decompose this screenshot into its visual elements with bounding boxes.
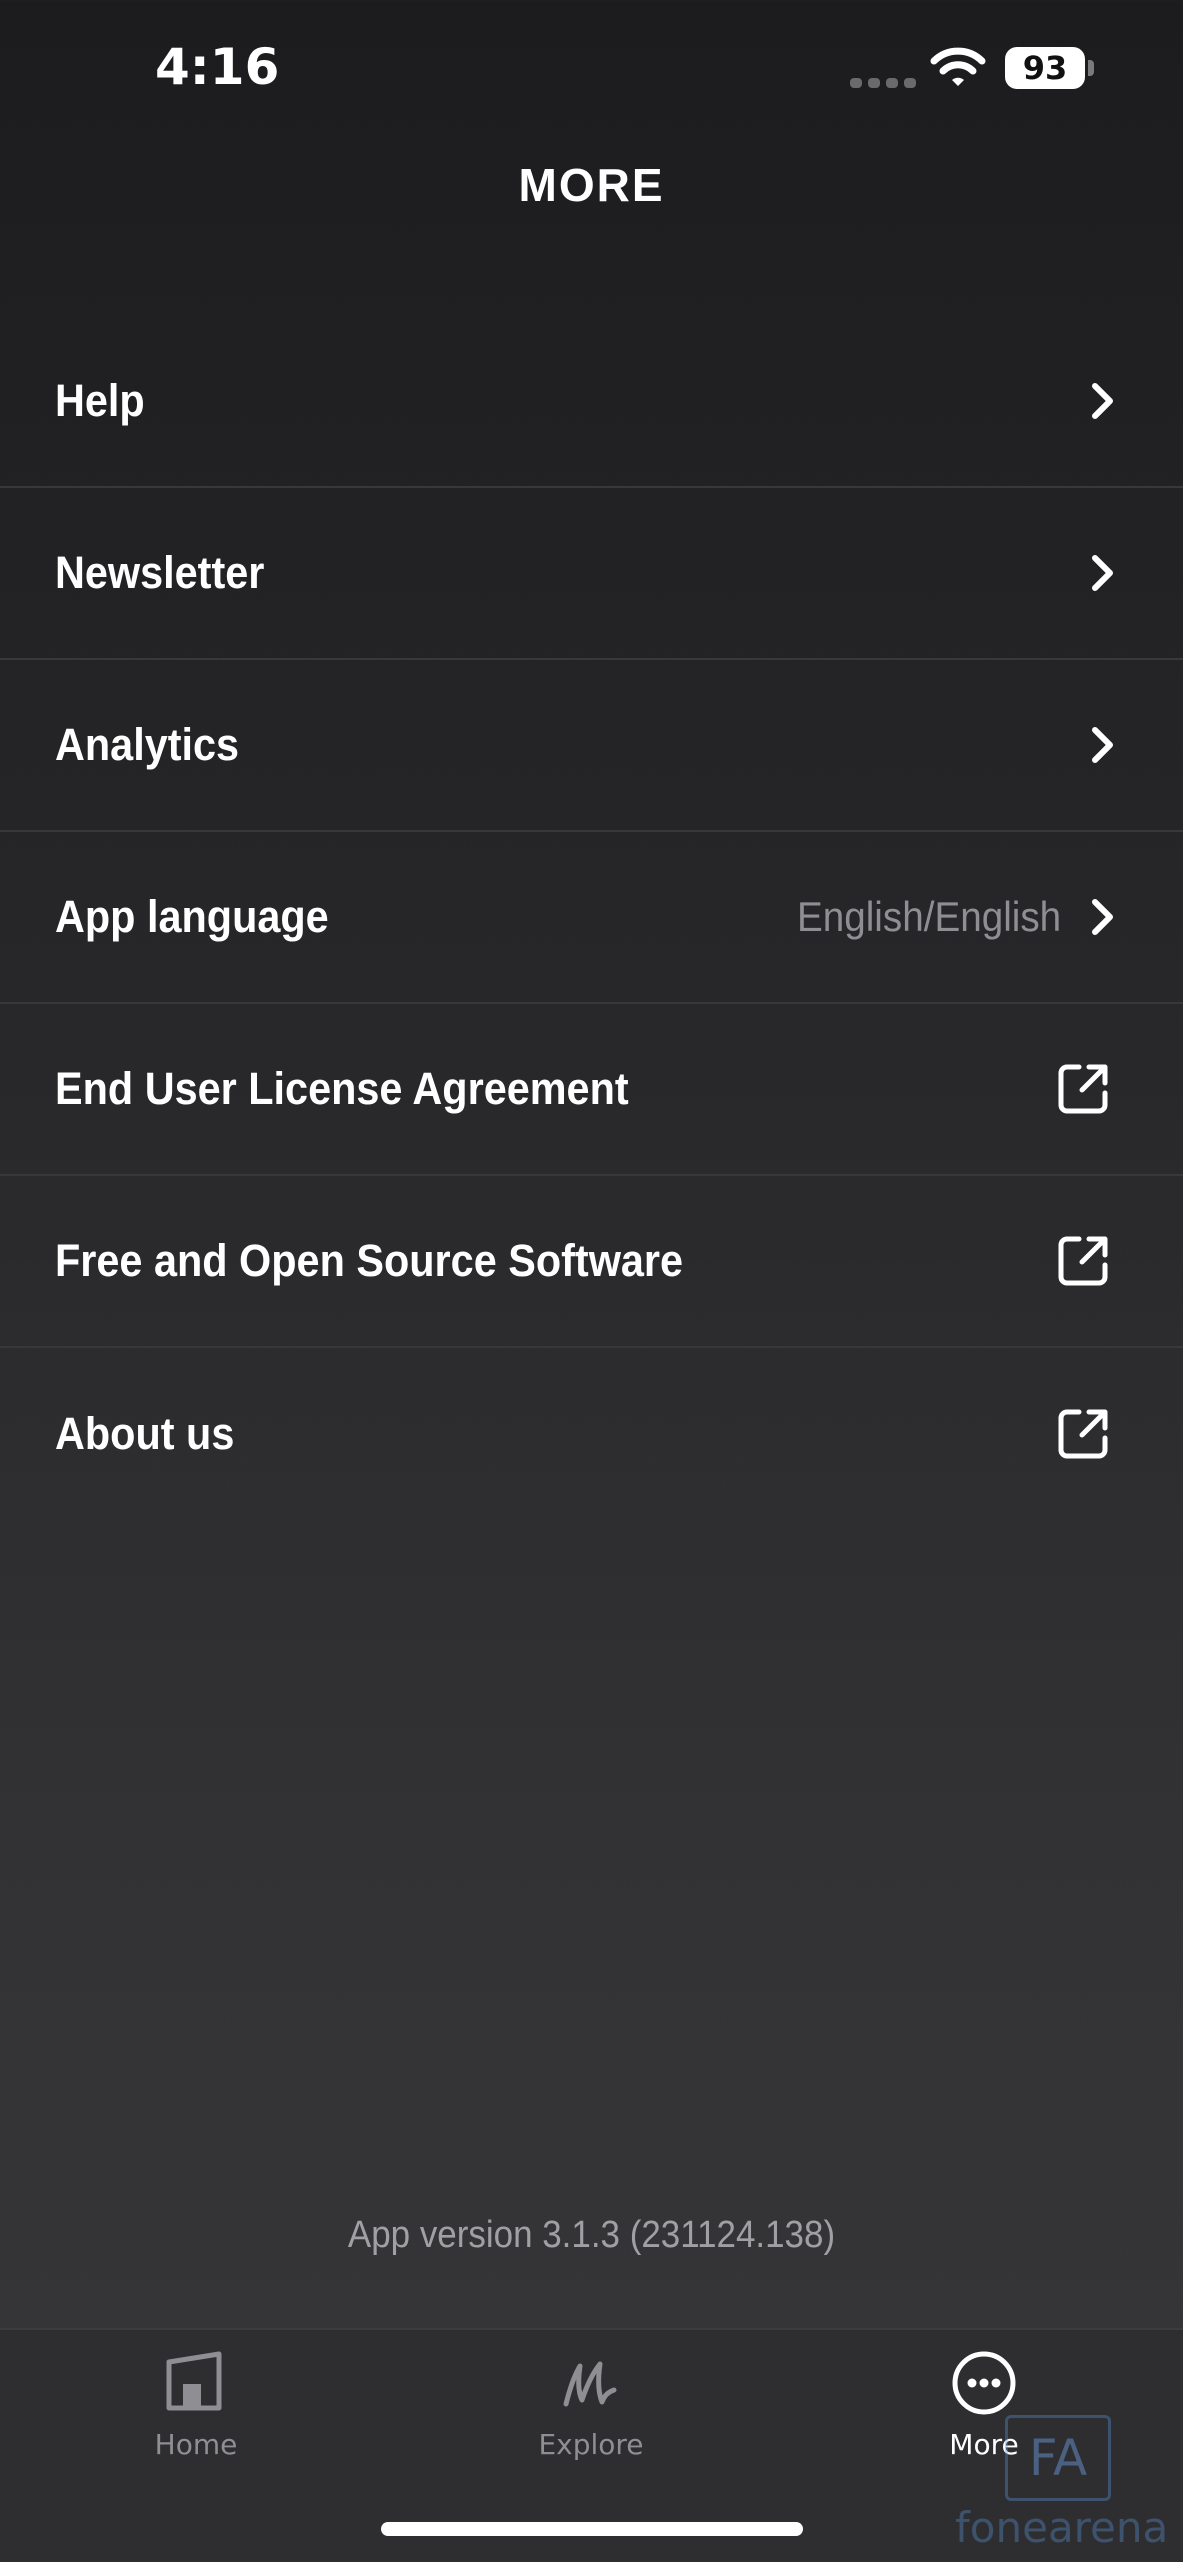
menu-list: Help Newsletter Analytics App language E… bbox=[0, 316, 1183, 1520]
tab-label: Explore bbox=[538, 2428, 644, 2461]
external-link-icon bbox=[1058, 1409, 1108, 1459]
chevron-right-icon bbox=[1092, 555, 1113, 591]
battery-level: 93 bbox=[1022, 49, 1068, 87]
status-time: 4:16 bbox=[155, 38, 280, 96]
tab-label: Home bbox=[154, 2428, 238, 2461]
more-icon bbox=[952, 2351, 1016, 2415]
chevron-right-icon bbox=[1092, 899, 1113, 935]
page-title: MORE bbox=[518, 159, 665, 211]
menu-item-label: Free and Open Source Software bbox=[55, 1235, 684, 1286]
menu-item-label: App language bbox=[55, 891, 329, 942]
menu-item-newsletter[interactable]: Newsletter bbox=[0, 488, 1183, 660]
external-link-icon bbox=[1058, 1236, 1108, 1286]
app-version: App version 3.1.3 (231124.138) bbox=[347, 2214, 836, 2256]
home-indicator bbox=[381, 2522, 803, 2536]
status-bar: 4:16 93 bbox=[0, 0, 1183, 140]
chevron-right-icon bbox=[1092, 383, 1113, 419]
wifi-icon bbox=[930, 47, 986, 86]
battery-icon: 93 bbox=[1005, 47, 1085, 89]
battery-cap bbox=[1088, 60, 1094, 76]
menu-item-label: End User License Agreement bbox=[55, 1063, 629, 1114]
cellular-signal-icon bbox=[850, 78, 916, 88]
tab-home[interactable]: Home bbox=[96, 2348, 296, 2498]
menu-item-foss[interactable]: Free and Open Source Software bbox=[0, 1176, 1183, 1348]
watermark-logo: FA bbox=[1005, 2415, 1111, 2501]
chevron-right-icon bbox=[1092, 727, 1113, 763]
marshall-m-icon bbox=[563, 2361, 617, 2407]
menu-item-label: Analytics bbox=[55, 719, 240, 770]
menu-item-app-language[interactable]: App language English/English bbox=[0, 832, 1183, 1004]
tab-explore[interactable]: Explore bbox=[491, 2348, 691, 2498]
menu-item-help[interactable]: Help bbox=[0, 316, 1183, 488]
menu-item-label: Help bbox=[55, 375, 145, 426]
app-language-value: English/English bbox=[796, 893, 1061, 940]
watermark-text: fonearena bbox=[955, 2503, 1169, 2552]
menu-item-analytics[interactable]: Analytics bbox=[0, 660, 1183, 832]
watermark: FA fonearena bbox=[955, 2415, 1169, 2560]
menu-item-label: Newsletter bbox=[55, 547, 265, 598]
external-link-icon bbox=[1058, 1064, 1108, 1114]
menu-item-eula[interactable]: End User License Agreement bbox=[0, 1004, 1183, 1176]
menu-item-label: About us bbox=[55, 1408, 235, 1459]
home-icon bbox=[166, 2351, 222, 2411]
menu-item-about-us[interactable]: About us bbox=[0, 1348, 1183, 1520]
